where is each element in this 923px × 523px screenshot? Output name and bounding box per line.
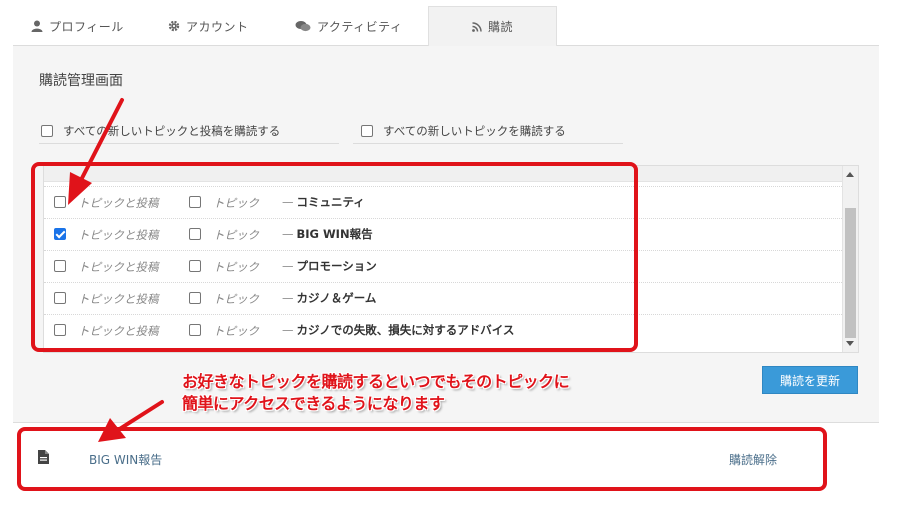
annotation-arrow-bottom [98,400,164,442]
annotation-arrow-top [68,98,124,205]
annotation-arrows [68,98,164,442]
annotation-callout: お好きなトピックを購読するといつでもそのトピックに 簡単にアクセスできるようにな… [182,371,570,415]
callout-line: お好きなトピックを購読するといつでもそのトピックに [182,372,570,391]
callout-line: 簡単にアクセスできるようになります [182,394,445,413]
page: プロフィール アカウント アクティビティ 購読 購読管理画面 すべての新しいトピ… [0,0,923,523]
